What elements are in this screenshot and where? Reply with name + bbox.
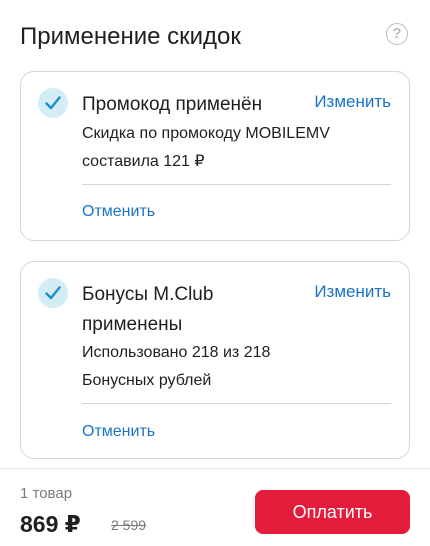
divider [82,403,391,404]
check-icon [38,278,68,308]
bonus-description-line: Бонусных рублей [82,372,212,389]
promo-title: Промокод применён [82,94,263,115]
bonus-title-line: Бонусы M.Club [82,284,214,305]
promo-cancel-link[interactable]: Отменить [82,200,155,224]
divider [82,184,391,185]
header: Применение скидок ? [20,20,410,54]
promo-change-link[interactable]: Изменить [314,90,391,114]
bonus-description-line: Использовано 218 из 218 [82,344,271,361]
pay-button[interactable]: Оплатить [255,490,410,534]
checkout-footer: 1 товар 869 ₽ 2 599 Оплатить [0,468,430,546]
bonus-title: Бонусы M.Club применены [82,280,302,340]
bonus-card: Бонусы M.Club применены Изменить Использ… [20,261,410,459]
promo-description: Скидка по промокоду MOBILEMV составила 1… [82,120,382,176]
total-price: 869 ₽ [20,511,81,537]
promo-card: Промокод применён Изменить Скидка по про… [20,71,410,241]
check-icon [38,88,68,118]
bonus-description: Использовано 218 из 218 Бонусных рублей [82,339,270,395]
page-title: Применение скидок [20,23,241,50]
promo-description-line: Скидка по промокоду MOBILEMV [82,125,330,142]
old-price: 2 599 [111,517,147,533]
bonus-cancel-link[interactable]: Отменить [82,420,155,444]
items-count: 1 товар [20,485,73,502]
bonus-title-line: применены [82,314,183,335]
question-circle-icon[interactable]: ? [386,23,408,45]
bonus-change-link[interactable]: Изменить [314,280,391,304]
promo-description-line: составила 121 ₽ [82,153,205,170]
